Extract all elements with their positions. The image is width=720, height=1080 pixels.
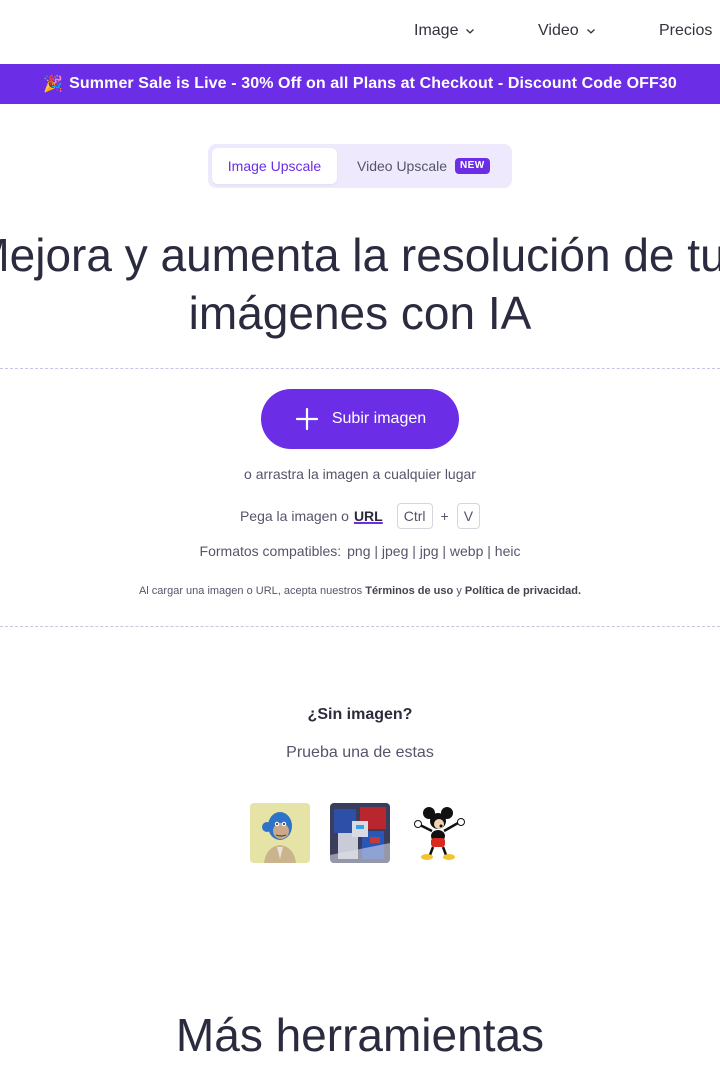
promo-banner[interactable]: 🎉 Summer Sale is Live - 30% Off on all P… <box>0 64 720 104</box>
nav-image-label: Image <box>414 22 459 39</box>
formats-list: png | jpeg | jpg | webp | heic <box>347 543 521 559</box>
ctrl-key: Ctrl <box>396 503 433 529</box>
url-link[interactable]: URL <box>354 508 383 524</box>
terms-and: y <box>456 585 462 597</box>
page-title-line-1: Mejora y aumenta la resolución de tus <box>0 229 720 281</box>
robot-sample-image <box>330 803 390 863</box>
tab-image-upscale-label: Image Upscale <box>227 158 322 174</box>
no-image-title: ¿Sin imagen? <box>307 706 413 723</box>
formats-label: Formatos compatibles: <box>199 543 342 559</box>
mickey-sample-image <box>410 803 470 863</box>
upload-image-button[interactable]: Subir imagen <box>261 389 459 449</box>
top-navigation: Image Video Precios <box>0 0 720 64</box>
party-icon: 🎉 <box>43 76 64 93</box>
paste-text: Pega la imagen o <box>239 508 349 524</box>
upload-area-top-border <box>0 368 720 369</box>
sample-image-robot[interactable] <box>330 803 390 863</box>
privacy-link[interactable]: Política de privacidad. <box>465 585 581 597</box>
drag-hint: o arrastra la imagen a cualquier lugar <box>244 466 476 482</box>
page-title-line-2: imágenes con IA <box>188 287 532 339</box>
paste-hint: Pega la imagen o URL Ctrl + V <box>0 503 720 529</box>
upload-image-label: Subir imagen <box>331 410 427 427</box>
no-image-subtitle: Prueba una de estas <box>286 744 434 761</box>
new-badge: NEW <box>455 158 490 174</box>
chevron-down-icon <box>466 29 475 34</box>
supported-formats: Formatos compatibles: png | jpeg | jpg |… <box>0 543 720 559</box>
terms-link[interactable]: Términos de uso <box>365 585 453 597</box>
tab-video-upscale[interactable]: Video Upscale NEW <box>357 148 490 184</box>
promo-banner-text: Summer Sale is Live - 30% Off on all Pla… <box>69 75 677 92</box>
sample-image-ape[interactable] <box>250 803 310 863</box>
nav-image-menu[interactable]: Image <box>414 22 476 40</box>
tab-video-upscale-label: Video Upscale <box>357 158 448 174</box>
terms-notice: Al cargar una imagen o URL, acepta nuest… <box>0 585 720 597</box>
plus-icon <box>295 407 318 431</box>
tab-image-upscale[interactable]: Image Upscale <box>212 148 337 184</box>
key-plus: + <box>440 508 449 524</box>
v-key: V <box>456 503 481 529</box>
terms-prefix: Al cargar una imagen o URL, acepta nuest… <box>138 585 363 597</box>
page-title: Mejora y aumenta la resolución de tus im… <box>0 226 720 342</box>
upscale-mode-tabs: Image Upscale Video Upscale NEW <box>208 144 512 188</box>
sample-image-mickey[interactable] <box>410 803 470 863</box>
nav-video-label: Video <box>538 22 579 39</box>
nav-pricing-link[interactable]: Precios <box>659 22 712 40</box>
more-tools-title: Más herramientas <box>175 1009 545 1061</box>
nav-pricing-label: Precios <box>659 22 713 39</box>
chevron-down-icon <box>586 29 595 34</box>
nav-video-menu[interactable]: Video <box>538 22 597 40</box>
ape-sample-image <box>250 803 310 863</box>
upload-area-bottom-border <box>0 626 720 627</box>
